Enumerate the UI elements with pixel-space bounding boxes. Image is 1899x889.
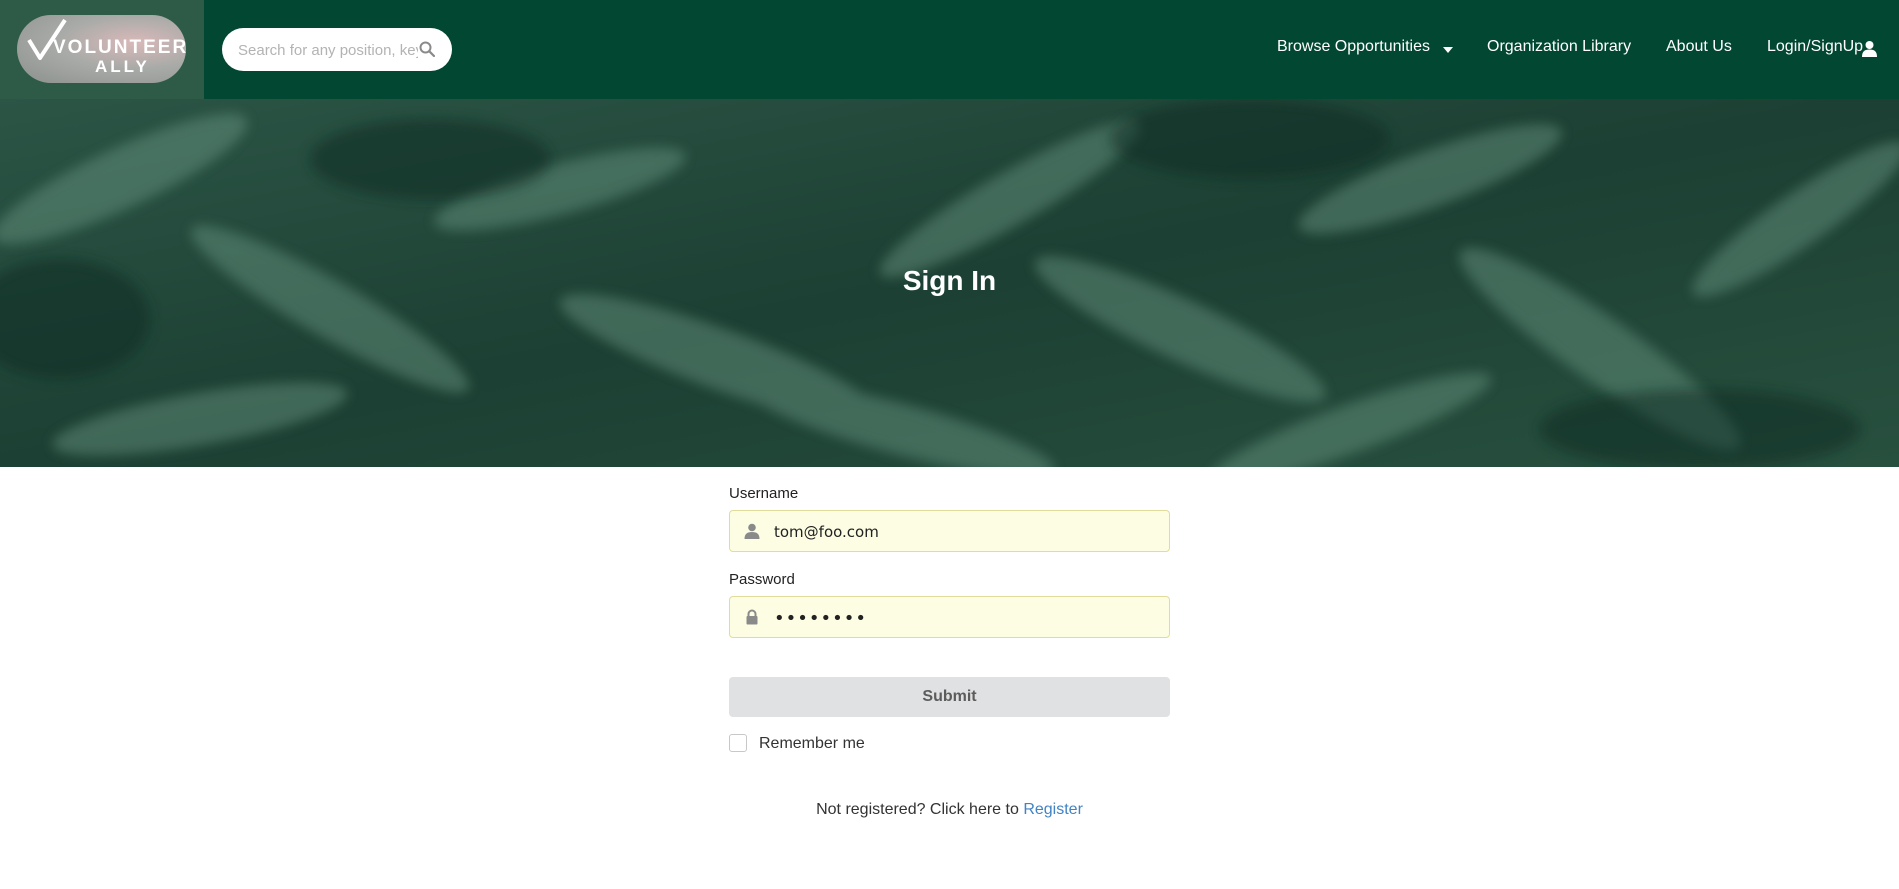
- password-label: Password: [729, 571, 795, 588]
- nav-about-us[interactable]: About Us: [1666, 38, 1732, 56]
- remember-me-checkbox[interactable]: [729, 734, 747, 752]
- username-input[interactable]: [772, 511, 1156, 553]
- logo-container[interactable]: VOLUNTEER ALLY: [0, 0, 204, 99]
- chevron-down-icon[interactable]: [1443, 47, 1453, 53]
- hero-banner: Sign In: [0, 99, 1899, 467]
- logo[interactable]: VOLUNTEER ALLY: [17, 15, 186, 83]
- navbar: VOLUNTEER ALLY Browse Opportunities Orga…: [0, 0, 1899, 99]
- user-icon: [744, 523, 760, 539]
- nav-login-signup[interactable]: Login/SignUp: [1767, 38, 1863, 56]
- user-icon[interactable]: [1861, 40, 1878, 57]
- register-prompt: Not registered? Click here to Register: [0, 801, 1899, 819]
- search-box: [222, 28, 452, 73]
- logo-text-ally: ALLY: [95, 57, 150, 76]
- page-title: Sign In: [902, 265, 997, 296]
- username-label: Username: [729, 485, 799, 502]
- register-link[interactable]: Register: [1023, 801, 1083, 818]
- username-field[interactable]: [729, 510, 1170, 553]
- search-icon[interactable]: [419, 41, 435, 57]
- logo-text-volunteer: VOLUNTEER: [53, 37, 186, 58]
- lock-icon: [746, 609, 758, 625]
- password-field[interactable]: [729, 596, 1170, 639]
- register-prompt-text: Not registered? Click here to: [816, 801, 1019, 818]
- password-input[interactable]: [772, 597, 1156, 639]
- nav-organization-library[interactable]: Organization Library: [1487, 38, 1631, 56]
- search-input[interactable]: [236, 28, 420, 73]
- remember-me-label[interactable]: Remember me: [759, 735, 865, 753]
- nav-browse-opportunities[interactable]: Browse Opportunities: [1277, 38, 1430, 56]
- submit-button[interactable]: Submit: [729, 677, 1170, 717]
